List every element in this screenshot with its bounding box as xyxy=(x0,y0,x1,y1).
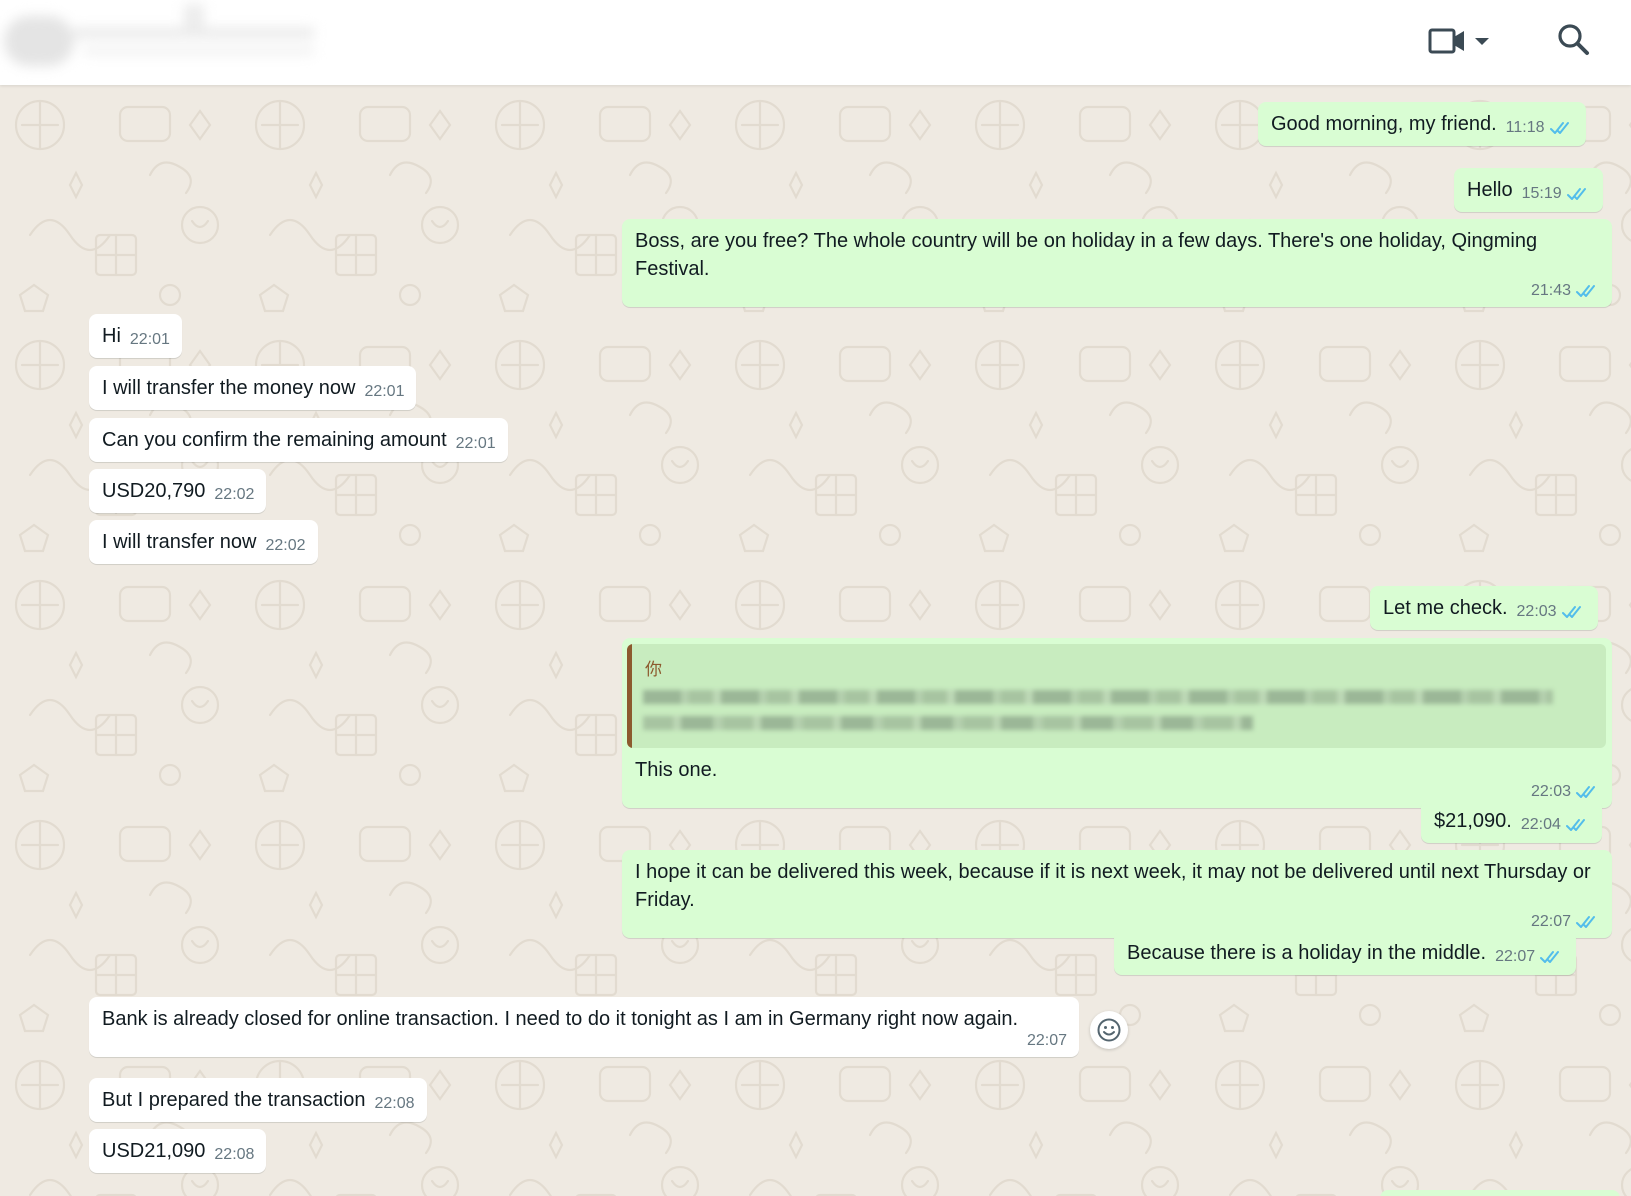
message-bubble[interactable]: I will transfer now 22:02 xyxy=(89,520,318,564)
message-text: Good morning, my friend. xyxy=(1271,113,1497,135)
message-time: 22:01 xyxy=(455,435,496,452)
message-time: 22:08 xyxy=(214,1146,255,1163)
message-meta: 22:03 xyxy=(635,784,1600,800)
message-text: Hello xyxy=(1467,179,1513,201)
message-meta: 22:04 xyxy=(1521,817,1590,833)
message-bubble[interactable]: Let me check. 22:03 xyxy=(1370,586,1598,630)
message-time: 22:02 xyxy=(265,537,306,554)
read-receipt-icon xyxy=(1576,786,1595,798)
message-bubble[interactable]: Hi 22:01 xyxy=(89,314,182,358)
search-button[interactable] xyxy=(1552,18,1596,62)
message-bubble[interactable]: Can you confirm the remaining amount 22:… xyxy=(89,418,508,462)
video-call-button[interactable] xyxy=(1420,20,1500,62)
read-receipt-icon xyxy=(1549,122,1569,134)
message-meta: 22:02 xyxy=(214,487,254,503)
message-time: 22:03 xyxy=(1516,603,1557,620)
message-bubble[interactable]: I will transfer the money now 22:01 xyxy=(89,366,417,410)
message-time: 11:18 xyxy=(1505,119,1545,136)
message-text: But I prepared the transaction xyxy=(102,1089,366,1111)
message-bubble[interactable]: I hope it can be delivered this week, be… xyxy=(622,850,1612,938)
message-meta: 22:02 xyxy=(266,538,306,554)
blurred-line xyxy=(643,690,1553,704)
read-receipt-icon xyxy=(1576,285,1595,297)
read-receipt-icon xyxy=(1540,951,1560,963)
message-meta: 22:01 xyxy=(456,436,496,452)
message-list[interactable]: Good morning, my friend. 11:18 Hello 15:… xyxy=(0,85,1631,1196)
message-bubble[interactable]: USD21,090 22:08 xyxy=(89,1129,267,1173)
quote-author: 你 xyxy=(645,660,662,680)
avatar xyxy=(4,16,74,66)
next-message-bubble-partial xyxy=(1380,1190,1620,1196)
message-text: This one. xyxy=(635,759,718,781)
search-icon xyxy=(1558,24,1589,55)
message-bubble[interactable]: Because there is a holiday in the middle… xyxy=(1114,931,1577,975)
contact-status xyxy=(84,48,314,54)
message-time: 22:07 xyxy=(1530,913,1571,930)
message-text: I will transfer now xyxy=(102,531,257,553)
read-receipt-icon xyxy=(1576,916,1595,928)
message-meta: 22:03 xyxy=(1517,604,1586,620)
message-meta: 22:07 xyxy=(102,1033,1067,1049)
smiley-icon xyxy=(1097,1018,1121,1042)
quote-accent-bar xyxy=(627,644,632,748)
message-meta: 15:19 xyxy=(1522,186,1591,202)
reaction-button[interactable] xyxy=(1090,1011,1128,1049)
message-time: 15:19 xyxy=(1521,185,1562,202)
read-receipt-icon xyxy=(1565,819,1585,831)
video-camera-icon xyxy=(1428,28,1464,54)
message-bubble[interactable]: $21,090. 22:04 xyxy=(1421,799,1602,843)
message-bubble[interactable]: Good morning, my friend. 11:18 xyxy=(1258,102,1586,146)
caret-down-icon xyxy=(1475,38,1489,45)
message-text: I will transfer the money now xyxy=(102,377,356,399)
message-time: 22:03 xyxy=(1530,783,1571,800)
message-meta: 22:01 xyxy=(130,332,170,348)
message-bubble[interactable]: 你 This one. 22:03 xyxy=(622,638,1612,808)
message-text: USD21,090 xyxy=(102,1140,206,1162)
message-meta: 22:07 xyxy=(1495,949,1564,965)
message-meta: 21:43 xyxy=(635,283,1600,299)
message-text: Let me check. xyxy=(1383,597,1508,619)
quoted-message[interactable]: 你 xyxy=(627,644,1606,748)
read-receipt-icon xyxy=(1566,188,1586,200)
message-text: Boss, are you free? The whole country wi… xyxy=(635,230,1543,280)
message-text: I hope it can be delivered this week, be… xyxy=(635,861,1597,911)
message-time: 22:02 xyxy=(214,486,255,503)
message-meta: 22:01 xyxy=(364,384,404,400)
message-bubble[interactable]: Hello 15:19 xyxy=(1454,168,1603,212)
message-text: Bank is already closed for online transa… xyxy=(102,1008,1019,1030)
message-text: Can you confirm the remaining amount xyxy=(102,429,447,451)
message-meta: 22:08 xyxy=(375,1096,415,1112)
contact-detail xyxy=(184,4,204,32)
message-text: Because there is a holiday in the middle… xyxy=(1127,942,1487,964)
message-meta: 22:07 xyxy=(635,914,1600,930)
message-text: USD20,790 xyxy=(102,480,206,502)
message-bubble[interactable]: Bank is already closed for online transa… xyxy=(89,997,1079,1057)
message-bubble[interactable]: USD20,790 22:02 xyxy=(89,469,267,513)
quoted-text-blurred xyxy=(643,690,1563,736)
message-text: Hi xyxy=(102,325,121,347)
contact-info-blurred[interactable] xyxy=(4,2,334,70)
message-bubble[interactable]: Boss, are you free? The whole country wi… xyxy=(622,219,1612,307)
message-time: 22:04 xyxy=(1520,816,1561,833)
message-time: 21:43 xyxy=(1530,282,1571,299)
message-time: 22:07 xyxy=(1026,1032,1067,1049)
message-time: 22:01 xyxy=(129,331,170,348)
message-time: 22:07 xyxy=(1495,948,1536,965)
message-time: 22:01 xyxy=(364,383,405,400)
chat-header xyxy=(0,0,1631,85)
read-receipt-icon xyxy=(1561,606,1581,618)
message-time: 22:08 xyxy=(374,1095,415,1112)
message-meta: 11:18 xyxy=(1506,120,1574,136)
message-bubble[interactable]: But I prepared the transaction 22:08 xyxy=(89,1078,427,1122)
blurred-line xyxy=(643,716,1253,730)
message-text: $21,090. xyxy=(1434,810,1512,832)
message-meta: 22:08 xyxy=(214,1147,254,1163)
